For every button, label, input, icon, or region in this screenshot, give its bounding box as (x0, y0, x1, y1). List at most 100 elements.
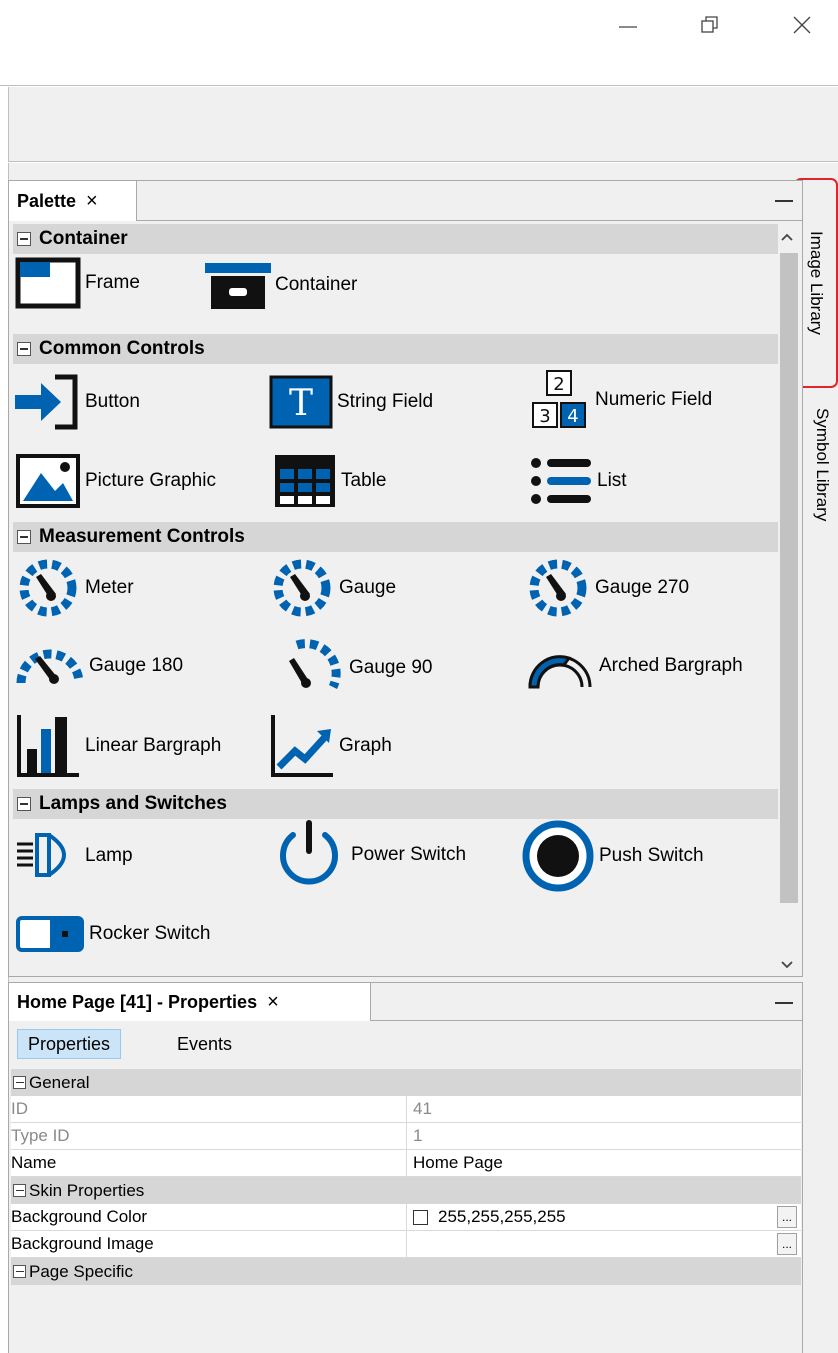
property-row-background-image[interactable]: Background Image ... (11, 1231, 801, 1258)
property-value: 41 (413, 1099, 432, 1118)
category-container[interactable]: Container (13, 224, 778, 254)
button-arrow-icon (15, 374, 78, 430)
collapse-icon (13, 1184, 26, 1197)
close-tab-icon[interactable]: × (267, 991, 279, 1014)
palette-item-gauge-180[interactable]: Gauge 180 (15, 641, 183, 691)
subtab-events[interactable]: Events (167, 1029, 242, 1059)
property-value: 1 (413, 1126, 423, 1145)
properties-subtabs: Properties Events (9, 1023, 802, 1061)
scroll-thumb[interactable] (780, 253, 798, 903)
palette-item-meter[interactable]: Meter (15, 557, 134, 619)
side-tab-symbol-library[interactable]: Symbol Library (806, 390, 838, 540)
property-row-background-color[interactable]: Background Color 255,255,255,255 ... (11, 1204, 801, 1231)
side-tab-label: Symbol Library (813, 408, 832, 522)
item-label: Graph (339, 735, 392, 756)
palette-item-table[interactable]: Table (273, 453, 386, 509)
category-label: Container (39, 228, 128, 249)
category-label: Common Controls (39, 338, 205, 359)
palette-item-gauge-90[interactable]: Gauge 90 (279, 637, 432, 699)
palette-item-linear-bargraph[interactable]: Linear Bargraph (15, 713, 221, 779)
ellipsis-button[interactable]: ... (777, 1233, 797, 1255)
palette-item-graph[interactable]: Graph (269, 713, 392, 779)
collapse-icon (17, 530, 31, 544)
close-button[interactable] (782, 10, 822, 40)
palette-item-list[interactable]: List (529, 455, 627, 507)
property-key: Background Color (11, 1204, 407, 1230)
close-icon (793, 16, 811, 34)
close-tab-icon[interactable]: × (86, 190, 98, 213)
string-icon-letter: T (289, 383, 313, 424)
collapse-icon (13, 1265, 26, 1278)
minimize-button[interactable] (608, 10, 648, 40)
property-row-name[interactable]: Name Home Page (11, 1150, 801, 1177)
palette-scrollbar[interactable] (774, 225, 800, 977)
palette-item-container[interactable]: Container (205, 261, 357, 309)
properties-panel: Home Page [41] - Properties × Properties… (8, 982, 803, 1353)
collapse-icon (17, 232, 31, 246)
section-label: Page Specific (29, 1261, 133, 1281)
gauge-icon (273, 559, 331, 617)
item-label: Rocker Switch (89, 923, 211, 944)
frame-icon (15, 257, 81, 309)
section-label: General (29, 1072, 90, 1092)
restore-button[interactable] (690, 10, 730, 40)
string-field-icon: T (269, 375, 333, 429)
tab-properties-panel[interactable]: Home Page [41] - Properties × (9, 983, 371, 1021)
item-label: Gauge 270 (595, 577, 690, 598)
property-key: Type ID (11, 1123, 407, 1149)
scroll-up-button[interactable] (774, 225, 800, 249)
tab-palette[interactable]: Palette × (9, 181, 137, 221)
palette-item-arched-bargraph[interactable]: Arched Bargraph (525, 643, 743, 689)
property-value-cell[interactable]: 255,255,255,255 ... (407, 1204, 801, 1230)
item-label: Linear Bargraph (85, 735, 222, 756)
list-icon (531, 458, 591, 504)
palette-item-picture-graphic[interactable]: Picture Graphic (15, 453, 216, 509)
palette-item-numeric-field[interactable]: 234 Numeric Field (529, 369, 712, 431)
palette-item-button[interactable]: Button (15, 373, 140, 431)
palette-item-lamp[interactable]: Lamp (15, 829, 133, 883)
property-row-type-id: Type ID 1 (11, 1123, 801, 1150)
item-label: Gauge (339, 577, 397, 598)
category-measurement-controls[interactable]: Measurement Controls (13, 522, 778, 552)
item-label: Button (85, 391, 140, 412)
section-page-specific[interactable]: Page Specific (11, 1258, 801, 1285)
item-label: Gauge 90 (349, 657, 433, 678)
scroll-down-button[interactable] (774, 953, 800, 977)
property-value-cell[interactable]: ... (407, 1231, 801, 1257)
ellipsis-button[interactable]: ... (777, 1206, 797, 1228)
section-general[interactable]: General (11, 1069, 801, 1096)
arched-bargraph-icon (528, 655, 592, 689)
minimize-panel-button[interactable] (772, 991, 796, 1015)
palette-item-rocker-switch[interactable]: Rocker Switch (15, 915, 210, 953)
item-label: Table (341, 470, 387, 491)
color-swatch[interactable] (413, 1209, 428, 1225)
palette-item-gauge-270[interactable]: Gauge 270 (525, 557, 689, 619)
category-label: Measurement Controls (39, 526, 245, 547)
item-label: Meter (85, 577, 134, 598)
tab-label: Palette (17, 190, 77, 211)
rocker-switch-icon (16, 916, 84, 952)
category-common-controls[interactable]: Common Controls (13, 334, 778, 364)
item-label: Arched Bargraph (599, 655, 743, 676)
palette-item-push-switch[interactable]: Push Switch (521, 819, 704, 893)
numeric-digit: 4 (567, 406, 578, 427)
toolbar (8, 87, 838, 162)
property-value: 255,255,255,255 (438, 1207, 566, 1226)
property-value-input[interactable]: Home Page (407, 1150, 801, 1176)
collapse-icon (13, 1076, 26, 1089)
subtab-properties[interactable]: Properties (17, 1029, 122, 1059)
category-lamps-and-switches[interactable]: Lamps and Switches (13, 789, 778, 819)
minimize-panel-button[interactable] (772, 189, 796, 213)
item-label: List (597, 470, 627, 491)
collapse-icon (17, 342, 31, 356)
section-skin-properties[interactable]: Skin Properties (11, 1177, 801, 1204)
item-label: Picture Graphic (85, 470, 216, 491)
palette-item-power-switch[interactable]: Power Switch (271, 817, 466, 893)
palette-item-string-field[interactable]: T String Field (269, 375, 433, 429)
properties-header: Home Page [41] - Properties × (9, 983, 802, 1021)
meter-icon (19, 559, 77, 617)
palette-item-frame[interactable]: Frame (15, 257, 140, 309)
numeric-digit: 2 (553, 374, 564, 395)
gauge-90-icon (289, 639, 341, 690)
palette-item-gauge[interactable]: Gauge (269, 557, 396, 619)
